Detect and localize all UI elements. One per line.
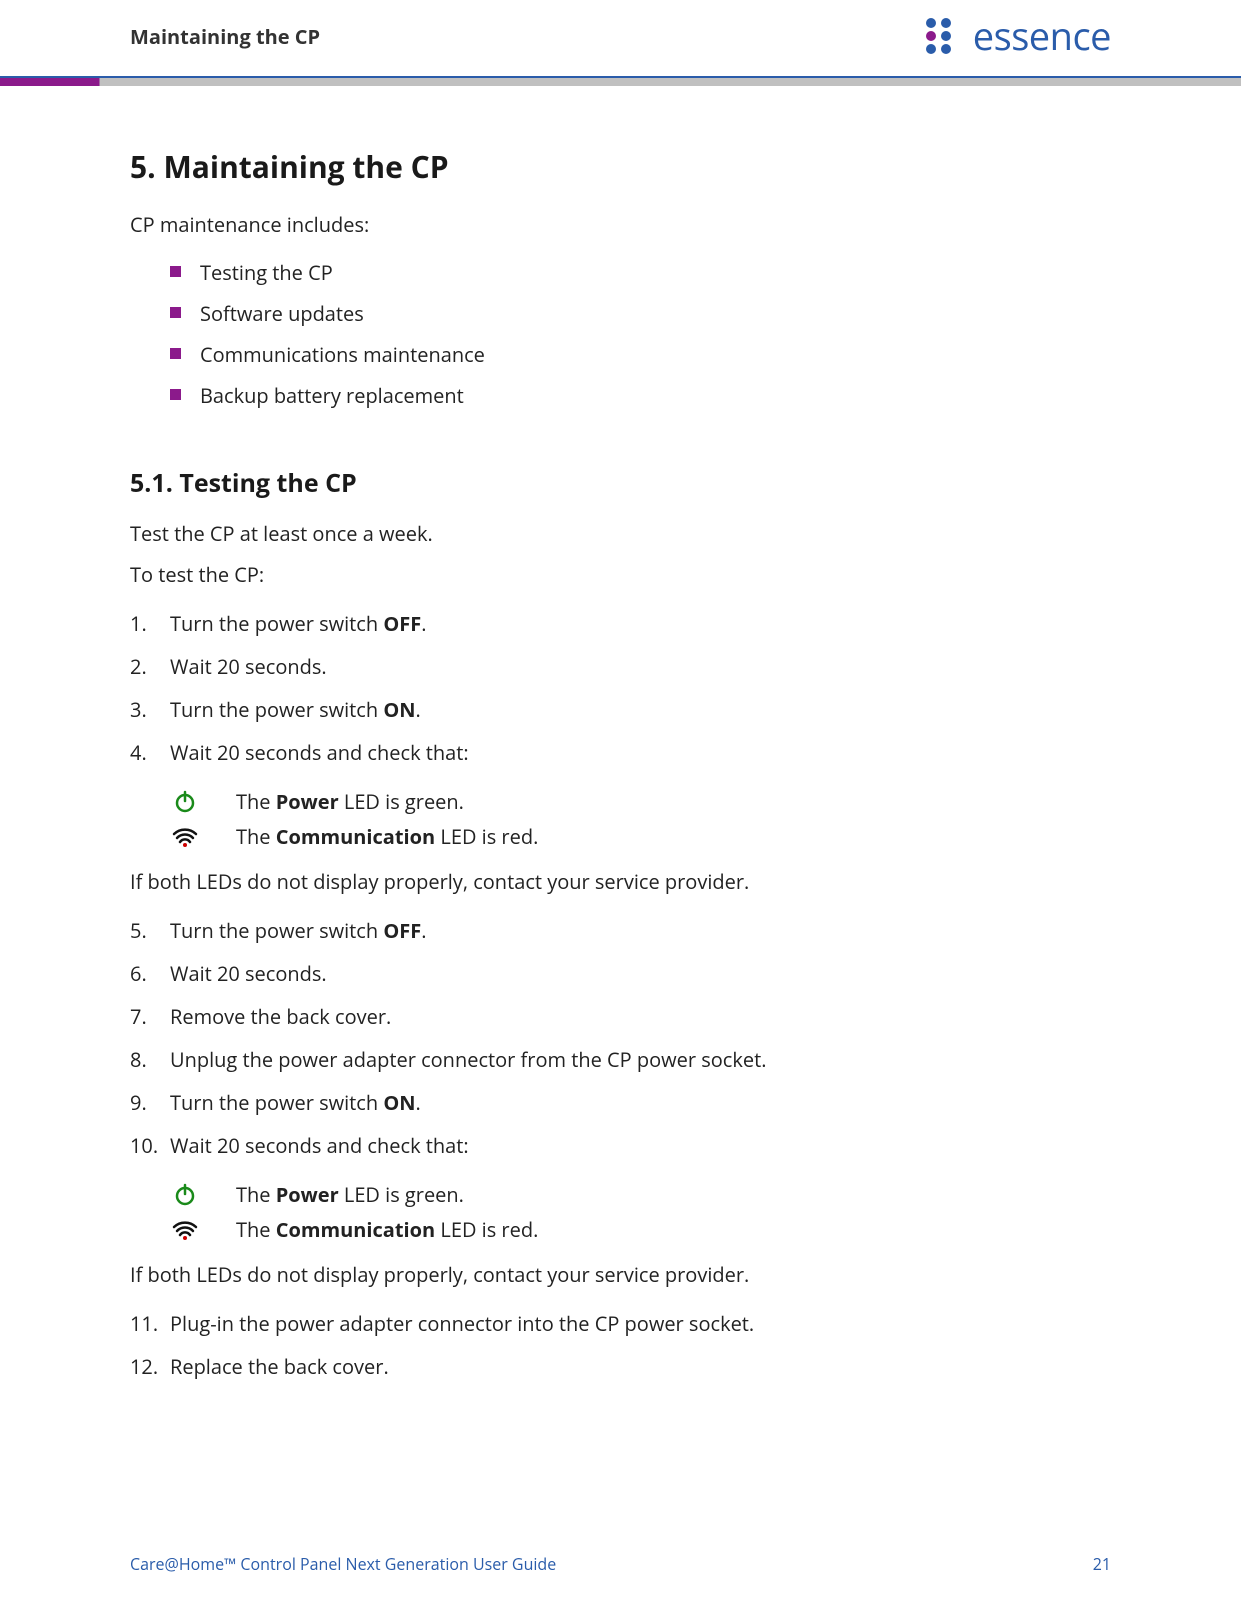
subsection-intro: Test the CP at least once a week. bbox=[130, 520, 1111, 547]
step-item: Wait 20 seconds and check that: bbox=[130, 731, 1111, 774]
section-intro: CP maintenance includes: bbox=[130, 211, 1111, 238]
led-text: The Power LED is green. bbox=[236, 788, 464, 815]
header-title: Maintaining the CP bbox=[130, 23, 320, 50]
list-item: Software updates bbox=[170, 293, 1111, 334]
step-item: Turn the power switch ON. bbox=[130, 1081, 1111, 1124]
led-row: The Power LED is green. bbox=[170, 1177, 1111, 1212]
led-check-block: The Power LED is green. The Communicatio… bbox=[170, 784, 1111, 854]
page-header: Maintaining the CP essence bbox=[0, 0, 1241, 70]
step-item: Plug-in the power adapter connector into… bbox=[130, 1302, 1111, 1345]
led-text: The Power LED is green. bbox=[236, 1181, 464, 1208]
led-text: The Communication LED is red. bbox=[236, 823, 538, 850]
page-content: 5. Maintaining the CP CP maintenance inc… bbox=[0, 146, 1241, 1388]
led-row: The Communication LED is red. bbox=[170, 819, 1111, 854]
interjection-text: If both LEDs do not display properly, co… bbox=[130, 868, 1111, 895]
step-item: Turn the power switch OFF. bbox=[130, 602, 1111, 645]
interjection-text: If both LEDs do not display properly, co… bbox=[130, 1261, 1111, 1288]
brand-logo: essence bbox=[921, 10, 1111, 62]
test-steps: Turn the power switch OFF. Wait 20 secon… bbox=[130, 602, 1111, 774]
footer-page-number: 21 bbox=[1093, 1553, 1111, 1575]
wifi-icon bbox=[170, 1219, 200, 1241]
step-item: Turn the power switch ON. bbox=[130, 688, 1111, 731]
page-footer: Care@Home™ Control Panel Next Generation… bbox=[130, 1553, 1111, 1575]
test-steps-cont: Turn the power switch OFF. Wait 20 secon… bbox=[130, 909, 1111, 1167]
led-row: The Power LED is green. bbox=[170, 784, 1111, 819]
essence-mark-icon bbox=[921, 15, 963, 57]
led-text: The Communication LED is red. bbox=[236, 1216, 538, 1243]
step-item: Wait 20 seconds and check that: bbox=[130, 1124, 1111, 1167]
led-row: The Communication LED is red. bbox=[170, 1212, 1111, 1247]
step-item: Unplug the power adapter connector from … bbox=[130, 1038, 1111, 1081]
power-icon bbox=[170, 790, 200, 814]
procedure-lead: To test the CP: bbox=[130, 561, 1111, 588]
step-item: Turn the power switch OFF. bbox=[130, 909, 1111, 952]
step-item: Replace the back cover. bbox=[130, 1345, 1111, 1388]
maintenance-list: Testing the CP Software updates Communic… bbox=[170, 252, 1111, 416]
subsection-heading: 5.1. Testing the CP bbox=[130, 466, 1111, 500]
step-item: Wait 20 seconds. bbox=[130, 645, 1111, 688]
section-heading: 5. Maintaining the CP bbox=[130, 146, 1111, 187]
step-item: Wait 20 seconds. bbox=[130, 952, 1111, 995]
test-steps-cont2: Plug-in the power adapter connector into… bbox=[130, 1302, 1111, 1388]
wifi-icon bbox=[170, 826, 200, 848]
power-icon bbox=[170, 1183, 200, 1207]
led-check-block: The Power LED is green. The Communicatio… bbox=[170, 1177, 1111, 1247]
step-item: Remove the back cover. bbox=[130, 995, 1111, 1038]
list-item: Communications maintenance bbox=[170, 334, 1111, 375]
list-item: Backup battery replacement bbox=[170, 375, 1111, 416]
header-accent-bar bbox=[0, 78, 1241, 86]
list-item: Testing the CP bbox=[170, 252, 1111, 293]
brand-logo-text: essence bbox=[973, 10, 1111, 62]
footer-doc-title: Care@Home™ Control Panel Next Generation… bbox=[130, 1553, 556, 1575]
